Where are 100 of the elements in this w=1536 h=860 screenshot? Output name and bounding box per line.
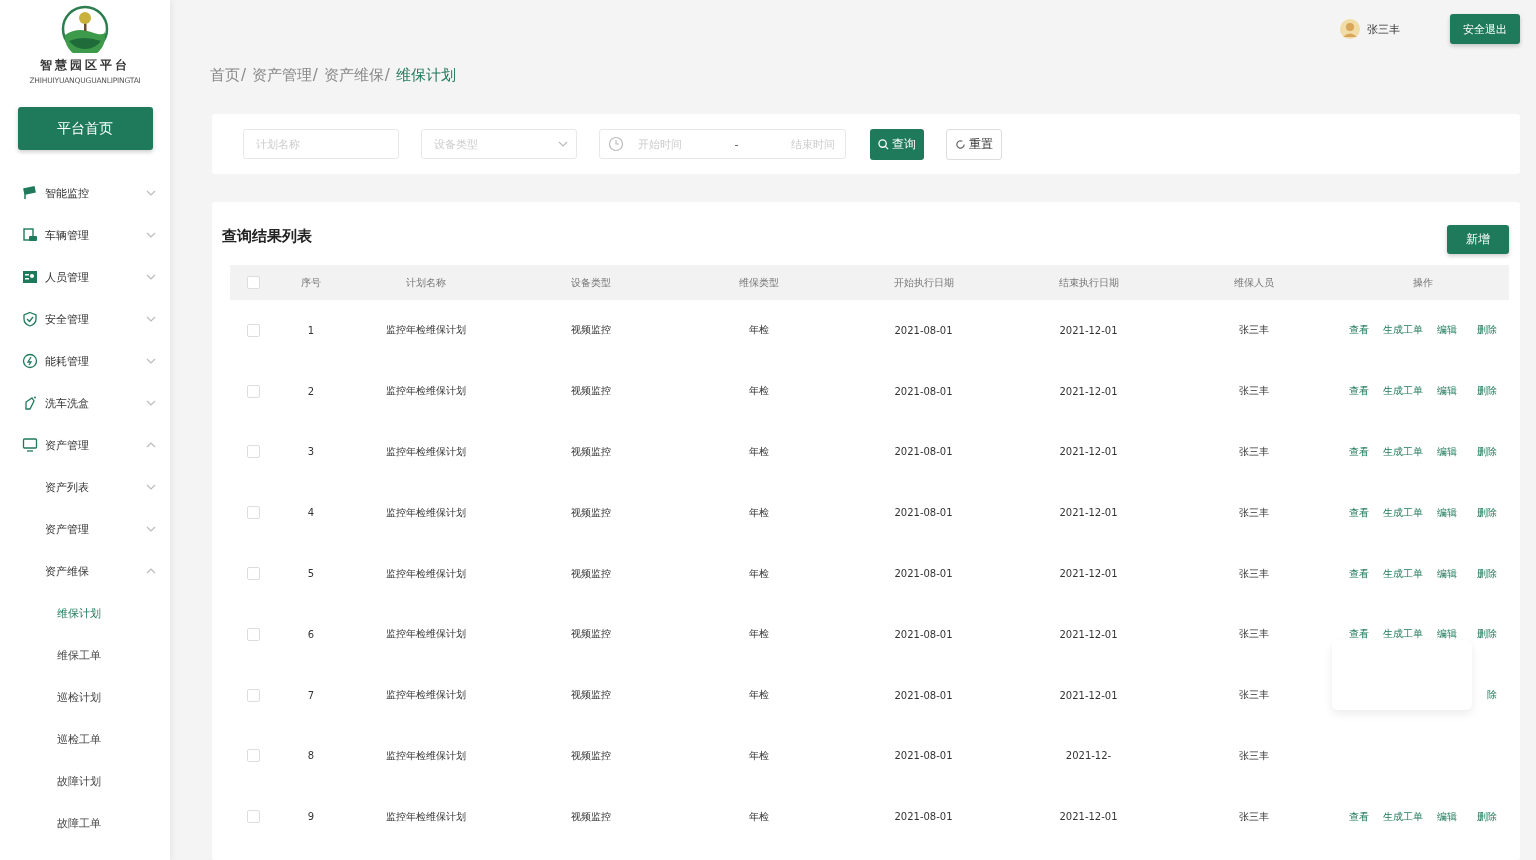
breadcrumb-link[interactable]: 资产维保 [323,66,384,84]
checkbox[interactable] [246,323,260,337]
column-header: 计划名称 [405,275,447,290]
vehicle-icon [22,227,38,243]
action-link[interactable]: 编辑 [1436,505,1463,520]
table-cell-text: 2021-08-01 [893,568,954,580]
action-link[interactable]: 编辑 [1436,445,1463,459]
sidebar-item[interactable]: 巡检工单 [0,718,170,760]
menu-label: 智能监控 [45,185,90,201]
action-link[interactable]: 生成工单 [1382,323,1429,338]
sidebar-item[interactable]: 车辆管理 [0,214,170,256]
action-link[interactable]: 生成工单 [1382,809,1429,824]
action-link[interactable]: 删除 [1470,445,1497,459]
action-link[interactable]: 查看 [1348,566,1375,581]
add-button[interactable]: 新增 [1447,224,1509,254]
action-link[interactable]: 生成工单 [1382,566,1429,581]
table-cell-text: 2021-12-01 [1058,568,1119,580]
table-cell-text: 监控年检维保计划 [385,748,467,763]
table-cell-text: 监控年检维保计划 [385,384,467,399]
action-link[interactable]: 查看 [1348,323,1375,338]
table-cell-text: 2021-12-01 [1058,811,1119,823]
breadcrumb-link[interactable]: 首页 [210,66,240,84]
action-link[interactable]: 删除 [1470,566,1497,581]
action-link[interactable]: 查看 [1348,445,1375,459]
action-link[interactable]: 生成工单 [1382,505,1429,520]
sidebar-item[interactable]: 智能监控 [0,172,170,214]
action-link[interactable]: 编辑 [1436,323,1463,338]
menu-label: 安全管理 [45,311,90,327]
action-link[interactable]: 查看 [1348,505,1375,520]
table-cell-text: 4 [306,507,316,519]
checkbox[interactable] [246,627,260,641]
checkbox[interactable] [246,276,260,289]
table-cell-text: 年检 [747,505,770,520]
logo-title: 智慧园区平台 [40,57,130,74]
column-header: 设备类型 [570,275,612,290]
table-cell-text: 7 [306,689,316,701]
table-cell-text: 年检 [747,384,770,399]
menu-label: 洗车洗盒 [45,395,90,411]
sidebar-item[interactable]: 资产列表 [0,466,170,508]
action-link[interactable]: 删除 [1470,323,1497,338]
sidebar-item[interactable]: 资产管理 [0,508,170,550]
table-cell-text: 2021-08-01 [893,628,954,640]
action-link[interactable]: 生成工单 [1382,384,1429,399]
sidebar-item[interactable]: 故障计划 [0,760,170,802]
action-link[interactable]: 编辑 [1436,627,1463,642]
table-cell-text: 2021-08-01 [893,811,954,823]
reset-button[interactable]: 重置 [946,128,1002,160]
sidebar-item[interactable]: 维保工单 [0,634,170,676]
action-link[interactable]: 编辑 [1436,384,1463,399]
checkbox[interactable] [246,445,260,459]
range-separator: - [734,137,739,151]
sidebar-item[interactable]: 人员管理 [0,256,170,298]
table-cell-text: 2021-12-01 [1058,446,1119,458]
action-link[interactable]: 查看 [1348,384,1375,399]
sidebar-item[interactable]: 资产管理 [0,424,170,466]
checkbox[interactable] [246,749,260,763]
table-cell-text: 2021-08-01 [893,689,954,701]
checkbox[interactable] [246,506,260,520]
table-cell-text: 监控年检维保计划 [385,445,467,459]
menu-label: 车辆管理 [45,227,90,243]
action-link[interactable]: 删除 [1470,505,1497,520]
action-link[interactable]: 删除 [1470,384,1497,399]
table-cell-text: 监控年检维保计划 [385,627,467,642]
action-link[interactable]: 查看 [1348,627,1375,642]
column-header: 维保人员 [1232,275,1275,290]
sidebar-item[interactable]: 维保计划 [0,592,170,634]
checkbox[interactable] [246,384,260,398]
sidebar-item[interactable]: 故障工单 [0,802,170,844]
sidebar-item[interactable]: 巡检计划 [0,676,170,718]
home-button[interactable]: 平台首页 [17,107,153,150]
checkbox[interactable] [246,688,260,702]
logout-button[interactable]: 安全退出 [1450,14,1520,44]
action-link[interactable]: 编辑 [1436,566,1463,581]
sidebar-item[interactable]: 能耗管理 [0,340,170,382]
breadcrumb-link[interactable]: 维保计划 [395,66,456,84]
search-button[interactable]: 查询 [870,128,924,160]
action-link[interactable]: 生成工单 [1382,627,1429,642]
action-link[interactable]: 生成工单 [1382,445,1429,459]
column-header: 操作 [1411,275,1434,290]
chevron-icon [558,141,568,147]
action-link[interactable]: 删除 [1470,627,1497,642]
sidebar-item[interactable]: 资产维保 [0,550,170,592]
sidebar-item[interactable]: 安全管理 [0,298,170,340]
table-cell-text: 张三丰 [1237,748,1270,763]
action-link[interactable]: 删除 [1470,809,1497,824]
breadcrumb-link[interactable]: 资产管理 [251,66,312,84]
table-cell-text: 监控年检维保计划 [385,566,467,581]
checkbox[interactable] [246,567,260,581]
checkbox[interactable] [246,810,260,824]
breadcrumb-separator: / [312,66,318,84]
table-cell-text: 2021-12-01 [1058,324,1119,336]
column-header: 序号 [300,275,322,290]
sidebar-item[interactable]: 洗车洗盒 [0,382,170,424]
action-link[interactable]: 查看 [1348,809,1375,824]
table-cell-text: 视频监控 [570,323,612,338]
breadcrumb-separator: / [241,66,247,84]
action-link[interactable]: 除 [1470,688,1497,703]
search-icon [878,138,889,150]
column-header: 维保类型 [737,275,780,290]
action-link[interactable]: 编辑 [1436,809,1463,824]
